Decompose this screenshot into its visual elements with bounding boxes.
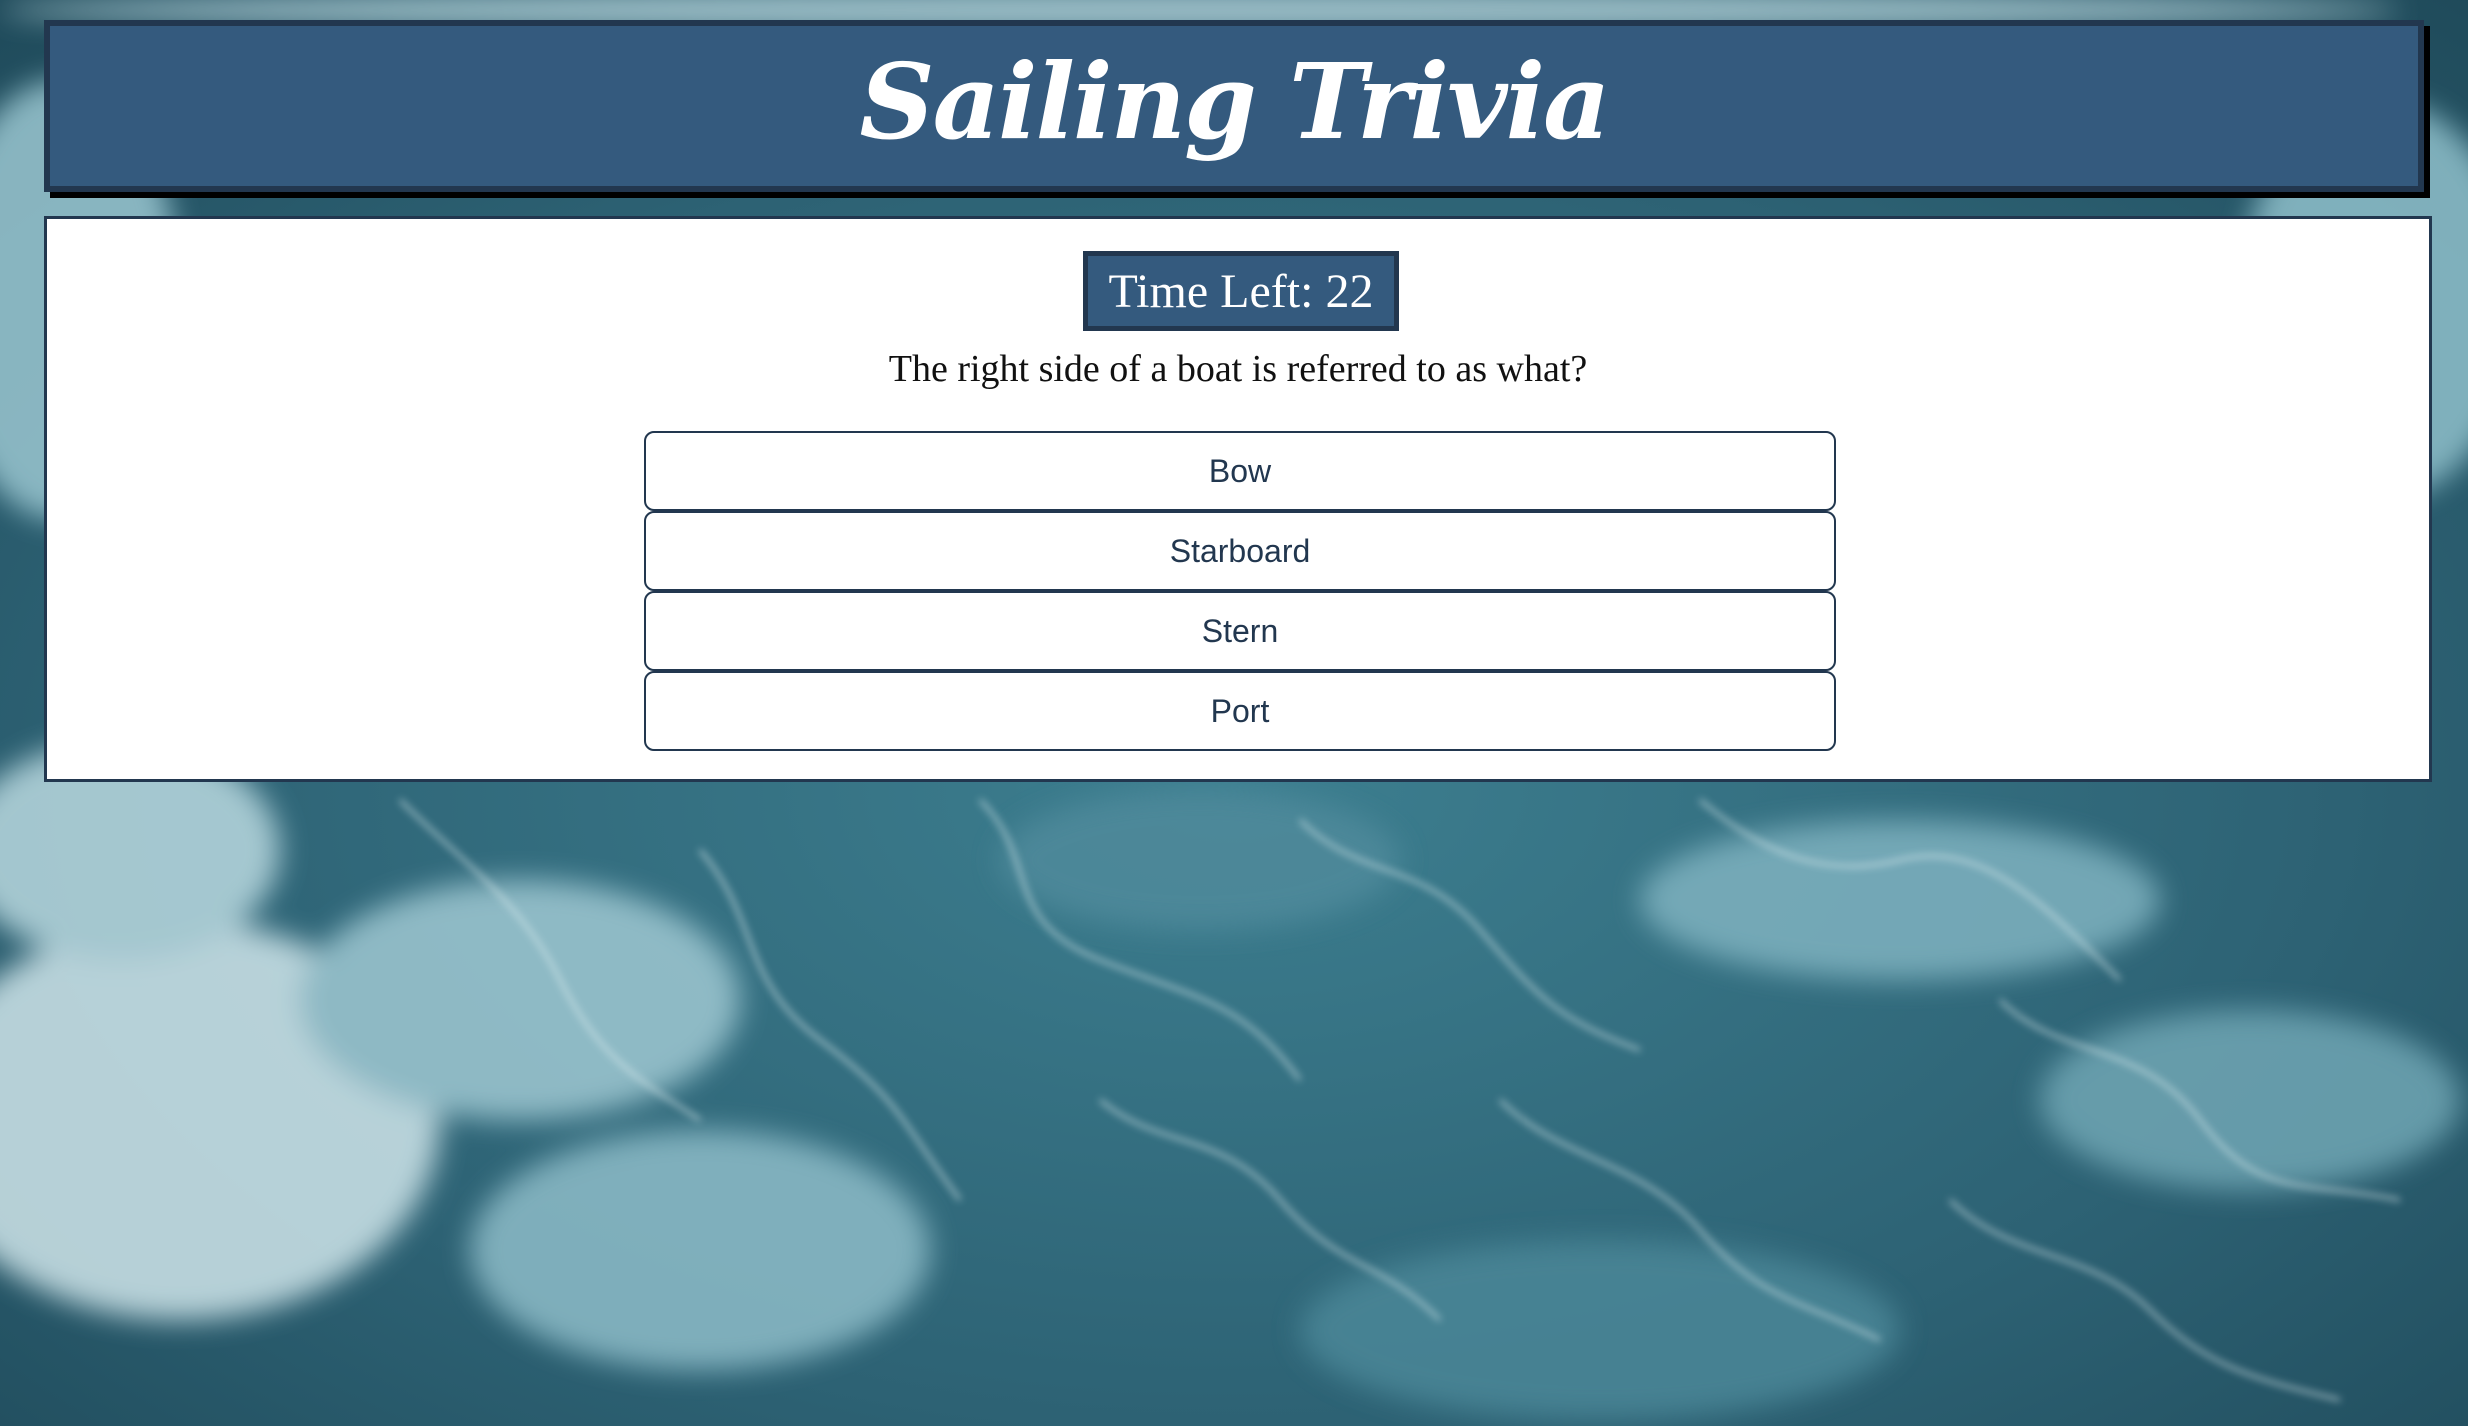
page-title: Sailing Trivia — [859, 40, 1610, 163]
question-text: The right side of a boat is referred to … — [888, 348, 1588, 390]
timer-seconds: 22 — [1325, 264, 1374, 318]
answer-list: Bow Starboard Stern Port — [644, 431, 1836, 751]
answer-button-port[interactable]: Port — [644, 671, 1836, 751]
quiz-panel: Time Left: 22 The right side of a boat i… — [44, 216, 2432, 782]
timer-label: Time Left: — [1108, 264, 1314, 318]
answer-button-bow[interactable]: Bow — [644, 431, 1836, 511]
timer-badge: Time Left: 22 — [1083, 251, 1399, 331]
header-banner: Sailing Trivia — [44, 20, 2424, 192]
answer-button-starboard[interactable]: Starboard — [644, 511, 1836, 591]
answer-button-stern[interactable]: Stern — [644, 591, 1836, 671]
